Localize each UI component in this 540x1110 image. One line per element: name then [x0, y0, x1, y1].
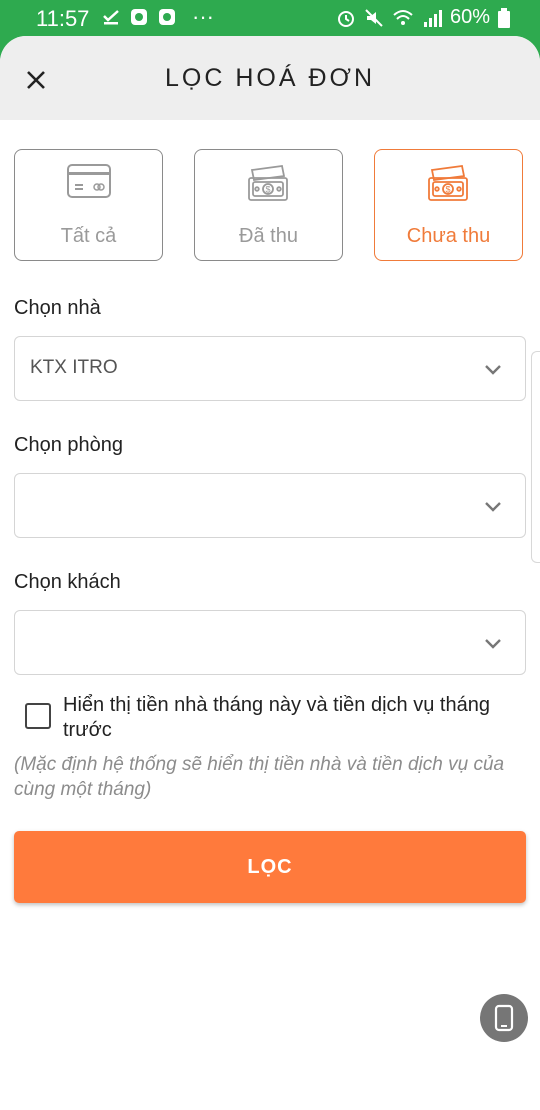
wifi-icon	[393, 9, 413, 25]
sheet-header: LỌC HOÁ ĐƠN	[0, 36, 540, 120]
house-label: Chọn nhà	[14, 297, 101, 319]
guest-select[interactable]	[14, 610, 526, 675]
battery-icon	[498, 7, 510, 28]
tab-unpaid-label: Chưa thu	[406, 225, 491, 247]
status-tabs: Tất cả $ Đã thu $ Chưa thu	[14, 149, 526, 265]
signal-icon	[423, 9, 442, 27]
app-badge-icon	[131, 9, 147, 25]
svg-text:$: $	[265, 185, 270, 195]
tab-all[interactable]: Tất cả	[14, 149, 163, 261]
house-select[interactable]: KTX ITRO	[14, 336, 526, 401]
default-hint: (Mặc định hệ thống sẽ hiển thị tiền nhà …	[14, 754, 505, 800]
status-time: 11:57	[36, 6, 90, 31]
guest-label: Chọn khách	[14, 571, 121, 593]
tab-paid-label: Đã thu	[239, 225, 298, 247]
status-bar: 11:57 ··· 60%	[0, 0, 540, 38]
cash-icon: $	[247, 164, 288, 201]
chevron-down-icon	[485, 502, 501, 512]
page-title: LỌC HOÁ ĐƠN	[164, 64, 375, 92]
phone-icon	[494, 1004, 514, 1032]
show-rent-checkbox-label[interactable]: Hiển thị tiền nhà tháng này và tiền dịch…	[63, 693, 523, 743]
status-notification-icons: ···	[102, 4, 214, 29]
alarm-icon	[337, 10, 354, 27]
card-icon	[66, 164, 111, 198]
filter-sheet: LỌC HOÁ ĐƠN Tất cả $ Đã thu $ Chưa thu C…	[0, 36, 540, 1110]
cash-icon: $	[427, 164, 468, 201]
chevron-down-icon	[485, 365, 501, 375]
room-select[interactable]	[14, 473, 526, 538]
chevron-down-icon	[485, 639, 501, 649]
tab-all-label: Tất cả	[60, 225, 117, 247]
floating-phone-button[interactable]	[480, 994, 528, 1042]
battery-percent: 60%	[449, 6, 490, 28]
download-done-icon	[103, 10, 119, 25]
filter-button[interactable]: LỌC	[14, 831, 526, 903]
show-rent-checkbox[interactable]	[25, 703, 51, 729]
mute-icon	[365, 8, 383, 27]
tab-paid[interactable]: $ Đã thu	[194, 149, 343, 261]
room-label: Chọn phòng	[14, 434, 123, 456]
tab-unpaid[interactable]: $ Chưa thu	[374, 149, 523, 261]
house-select-value: KTX ITRO	[30, 357, 118, 378]
status-system-icons: 60%	[336, 6, 510, 29]
more-notifications-icon: ···	[192, 4, 214, 29]
edge-panel-handle[interactable]	[531, 351, 540, 563]
svg-text:$: $	[445, 185, 450, 195]
app-badge-icon	[159, 9, 175, 25]
